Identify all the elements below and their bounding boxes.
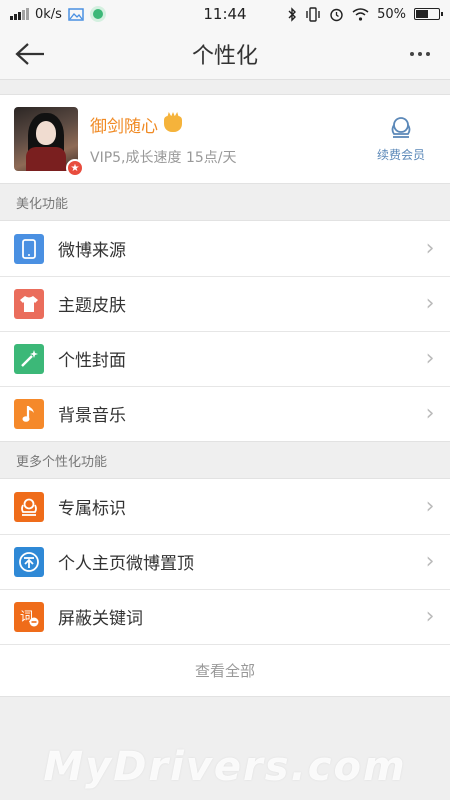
list-item-background-music[interactable]: 背景音乐 › [0, 386, 450, 441]
chevron-right-icon: › [425, 346, 435, 371]
more-list: 专属标识 › 个人主页微博置顶 › 词 屏蔽关键词 › 查看全部 [0, 478, 450, 697]
chevron-right-icon: › [425, 494, 435, 519]
user-name: 御剑随心 [90, 116, 158, 137]
profile-card[interactable]: ★ 御剑随心 VIP5,成长速度 15点/天 续费会员 [0, 94, 450, 184]
list-item-weibo-source[interactable]: 微博来源 › [0, 221, 450, 276]
list-item-block-keywords[interactable]: 词 屏蔽关键词 › [0, 589, 450, 644]
status-bar: 0k/s 11:44 50% [0, 0, 450, 28]
list-item-label: 个人主页微博置顶 [58, 554, 194, 574]
list-item-label: 专属标识 [58, 499, 126, 519]
list-item-pin-weibo[interactable]: 个人主页微博置顶 › [0, 534, 450, 589]
list-item-label: 个性封面 [58, 351, 126, 371]
page-title: 个性化 [191, 43, 258, 69]
beautify-list: 微博来源 › 主题皮肤 › 个性封面 › 背景音乐 › [0, 220, 450, 442]
network-speed: 0k/s [35, 6, 62, 22]
phone-icon [14, 233, 44, 264]
section-header-more: 更多个性化功能 [16, 454, 108, 470]
chevron-right-icon: › [425, 604, 435, 629]
crown-icon [14, 491, 44, 522]
signal-icon [10, 8, 29, 20]
list-item-theme-skin[interactable]: 主题皮肤 › [0, 276, 450, 331]
vip-level-text: VIP5,成长速度 15点/天 [90, 149, 237, 166]
pin-top-icon [14, 546, 44, 577]
avatar[interactable]: ★ [14, 107, 84, 177]
battery-percent: 50% [377, 6, 406, 22]
battery-icon [414, 8, 443, 20]
back-button[interactable] [0, 28, 60, 80]
chevron-right-icon: › [425, 401, 435, 426]
member-crown-icon [164, 116, 182, 132]
keyword-block-icon: 词 [14, 601, 44, 632]
list-item-label: 屏蔽关键词 [58, 609, 143, 629]
image-notification-icon [68, 7, 84, 21]
nav-header: 个性化 [0, 28, 450, 80]
magic-wand-icon [14, 343, 44, 374]
vibrate-icon [306, 6, 320, 22]
renew-label: 续费会员 [376, 147, 425, 162]
chevron-right-icon: › [425, 549, 435, 574]
watermark-logo: MyDrivers.com [43, 744, 407, 790]
shirt-icon [14, 288, 44, 319]
back-arrow-icon [15, 42, 44, 65]
chevron-right-icon: › [425, 291, 435, 316]
vip-badge-icon: ★ [66, 159, 84, 177]
crown-icon [391, 116, 411, 138]
list-item-exclusive-badge[interactable]: 专属标识 › [0, 479, 450, 534]
wifi-icon [352, 7, 369, 21]
more-options-button[interactable] [390, 28, 450, 80]
list-item-label: 主题皮肤 [58, 296, 126, 316]
music-note-icon [14, 398, 44, 429]
chevron-right-icon: › [425, 236, 435, 261]
view-all-button[interactable]: 查看全部 [0, 644, 450, 696]
section-header-beautify: 美化功能 [16, 196, 69, 212]
renew-membership-button[interactable]: 续费会员 [366, 116, 436, 163]
list-item-profile-cover[interactable]: 个性封面 › [0, 331, 450, 386]
app-notification-icon [89, 6, 106, 22]
bluetooth-icon [288, 6, 297, 22]
alarm-icon [330, 8, 343, 21]
list-item-label: 微博来源 [58, 241, 126, 261]
list-item-label: 背景音乐 [58, 406, 126, 426]
